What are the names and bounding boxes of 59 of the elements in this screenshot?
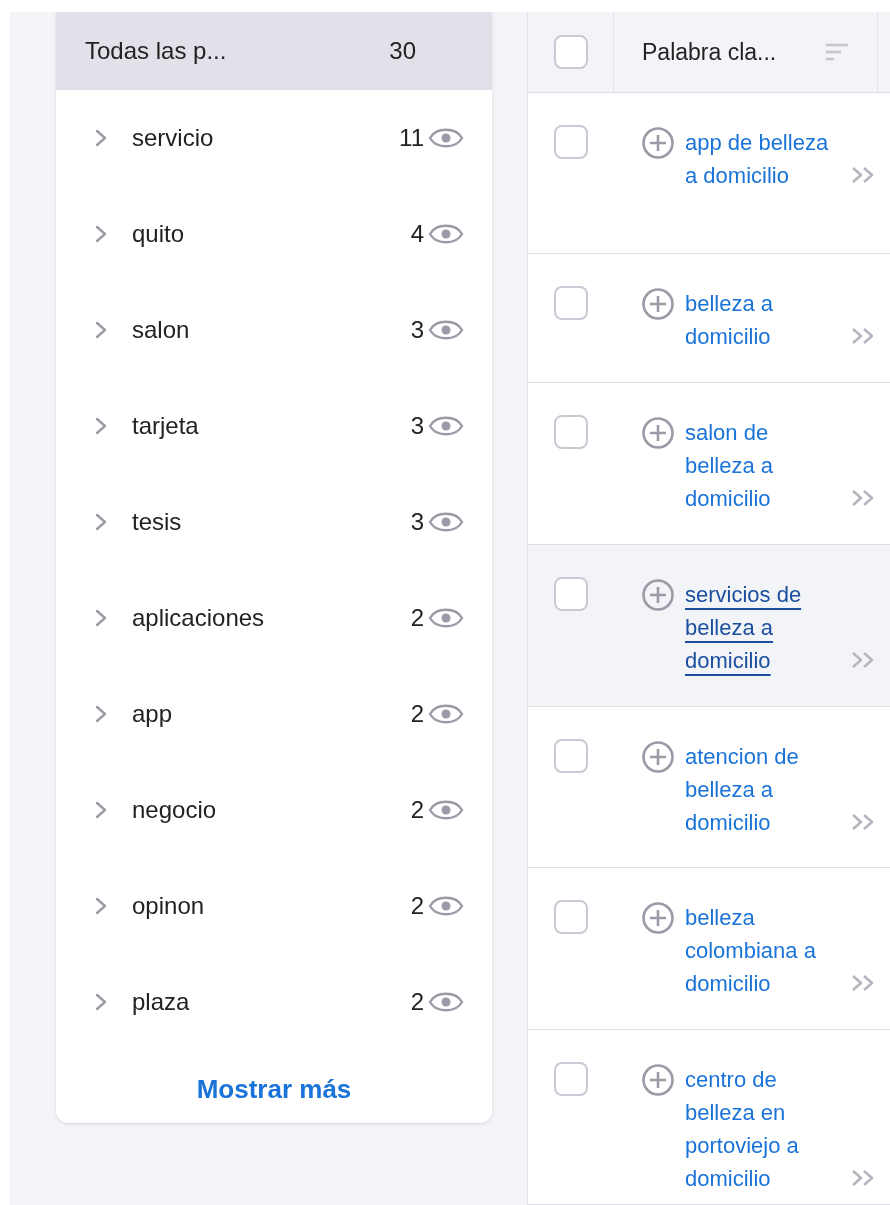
add-icon[interactable]	[641, 287, 675, 321]
keyword-link[interactable]: salon de belleza a domicilio	[685, 416, 838, 515]
chevron-icon[interactable]	[94, 224, 108, 244]
add-icon[interactable]	[641, 126, 675, 160]
sort-icon[interactable]	[825, 42, 849, 62]
group-label[interactable]: app	[132, 696, 411, 732]
keyword-link[interactable]: centro de belleza en portoviejo a domicilio	[685, 1063, 838, 1195]
chevron-icon[interactable]	[94, 320, 108, 340]
group-label[interactable]: opinon	[132, 888, 411, 924]
group-label[interactable]: plaza	[132, 984, 411, 1020]
keyword-link[interactable]: servicios de belleza a domicilio	[685, 578, 838, 677]
chevron-icon[interactable]	[94, 512, 108, 532]
keyword-link[interactable]: belleza colombiana a domicilio	[685, 901, 838, 1000]
group-count: 2	[410, 699, 424, 729]
group-count: 3	[410, 507, 424, 537]
checkbox[interactable]	[554, 900, 588, 934]
chevron-icon[interactable]	[94, 416, 108, 436]
add-icon[interactable]	[641, 740, 675, 774]
checkbox[interactable]	[554, 125, 588, 159]
group-count: 11	[399, 123, 424, 153]
chevron-icon[interactable]	[94, 608, 108, 628]
group-label[interactable]: aplicaciones	[132, 600, 411, 636]
chevron-icon[interactable]	[94, 896, 108, 916]
group-count: 3	[410, 315, 424, 345]
add-icon[interactable]	[641, 416, 675, 450]
checkbox[interactable]	[553, 35, 588, 69]
keyword-link[interactable]: app de belleza a domicilio	[685, 126, 838, 192]
group-label[interactable]: tarjeta	[132, 408, 411, 444]
column-header[interactable]: Palabra cla...	[642, 34, 777, 70]
group-label[interactable]: quito	[132, 216, 411, 252]
checkbox[interactable]	[554, 1062, 588, 1096]
checkbox[interactable]	[554, 739, 588, 773]
group-label[interactable]: servicio	[132, 120, 400, 156]
keyword-link[interactable]: atencion de belleza a domicilio	[685, 740, 838, 839]
add-icon[interactable]	[641, 1063, 675, 1097]
chevron-icon[interactable]	[94, 704, 108, 724]
add-icon[interactable]	[641, 901, 675, 935]
group-count: 2	[410, 987, 424, 1017]
group-count: 2	[410, 603, 424, 633]
keyword-link[interactable]: belleza a domicilio	[685, 287, 838, 353]
checkbox[interactable]	[554, 415, 588, 449]
chevron-icon[interactable]	[94, 128, 108, 148]
chevron-icon[interactable]	[94, 992, 108, 1012]
group-count: 2	[410, 891, 424, 921]
group-count: 30	[389, 36, 416, 66]
group-label: Todas las p...	[85, 36, 227, 66]
checkbox[interactable]	[554, 286, 588, 320]
checkbox[interactable]	[554, 577, 588, 611]
group-count: 2	[410, 795, 424, 825]
table-row[interactable]: servicios de belleza a domicilio	[528, 545, 890, 707]
group-label[interactable]: salon	[132, 312, 411, 348]
show-more-link[interactable]: Mostrar más	[196, 1070, 352, 1109]
add-icon[interactable]	[641, 578, 675, 612]
group-label[interactable]: negocio	[132, 792, 411, 828]
chevron-icon[interactable]	[94, 800, 108, 820]
group-count: 3	[410, 411, 424, 441]
group-label[interactable]: tesis	[132, 504, 411, 540]
group-count: 4	[410, 219, 424, 249]
all-groups-item[interactable]: Todas las p... 30	[56, 12, 492, 90]
